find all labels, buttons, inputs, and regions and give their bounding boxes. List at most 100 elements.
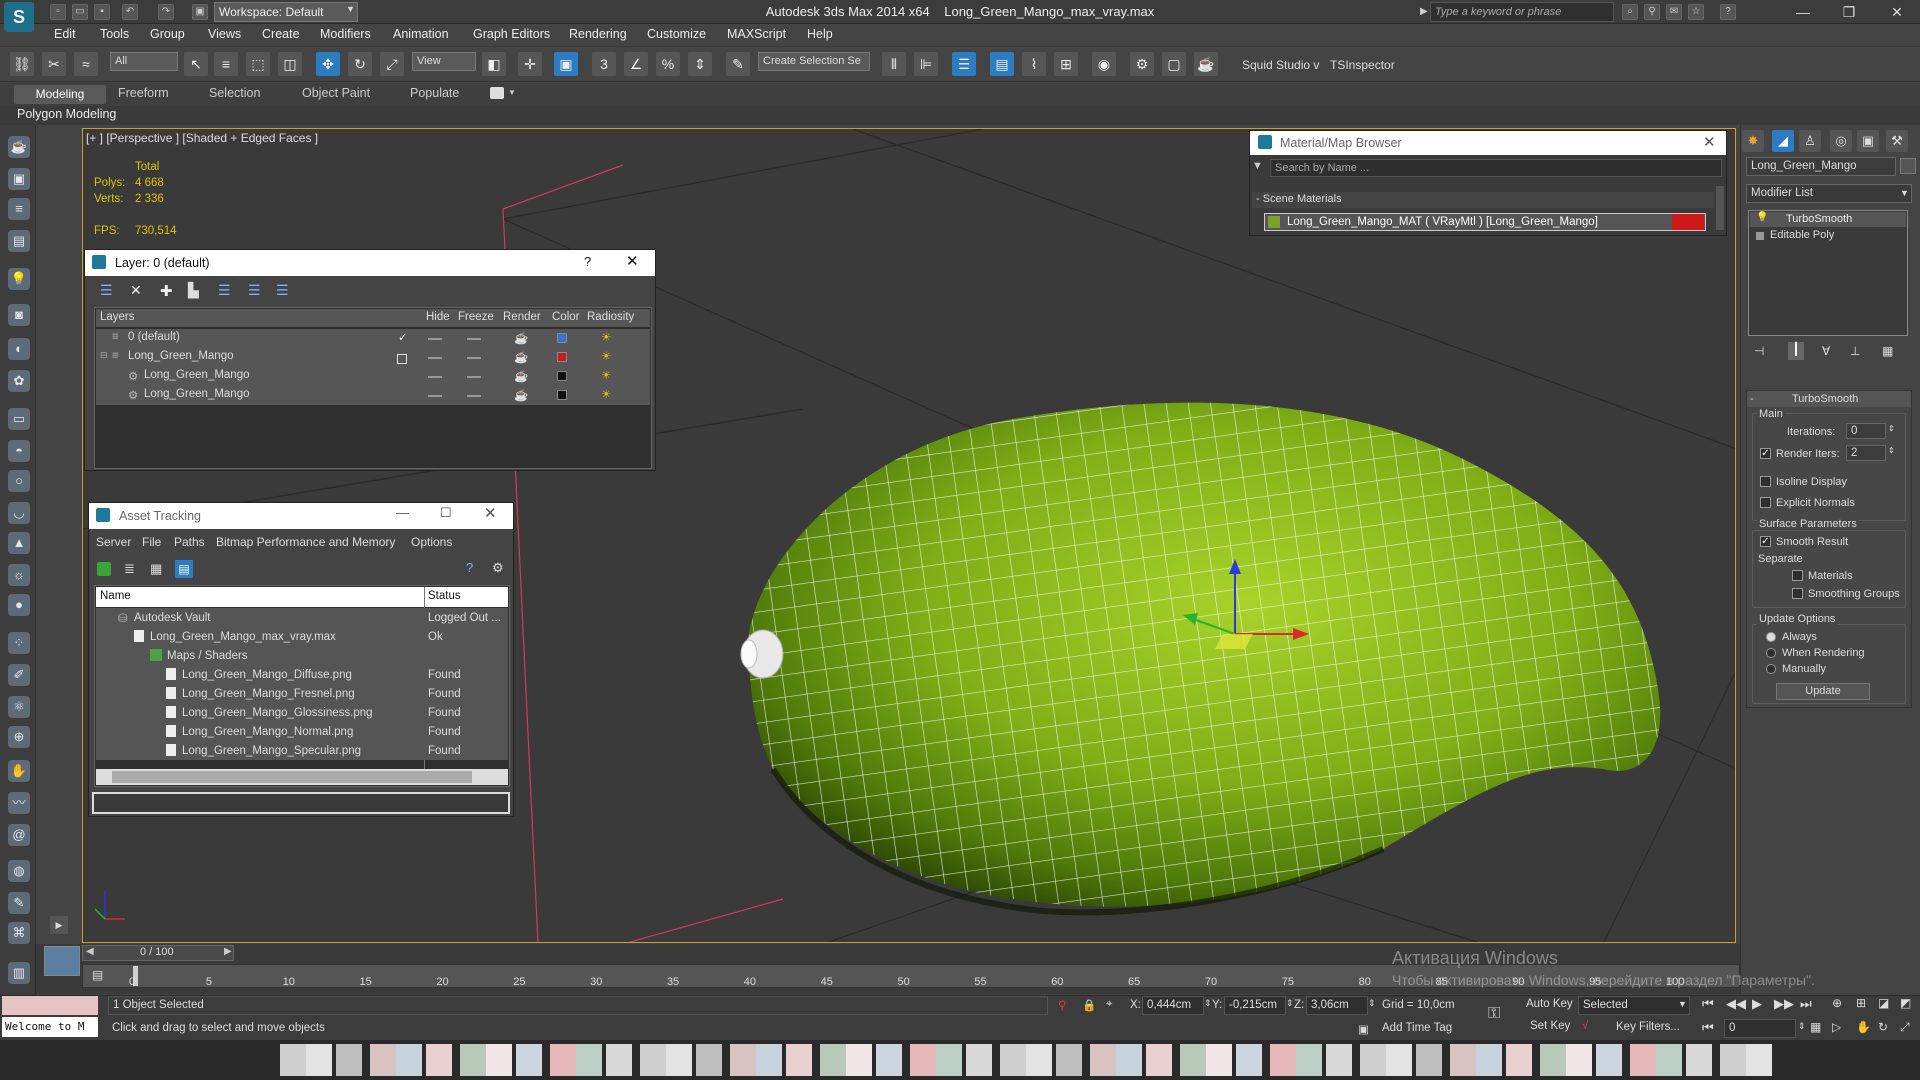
absolute-mode-icon[interactable]: ⌖: [1106, 998, 1112, 1011]
ribbon-tab-selection[interactable]: Selection: [209, 86, 260, 100]
communication-icon[interactable]: ✉: [1666, 4, 1682, 20]
asset-name[interactable]: Long_Green_Mango_Diffuse.png: [182, 669, 352, 681]
menu-maxscript[interactable]: MAXScript: [727, 27, 786, 41]
bind-space-warp-icon[interactable]: ≈: [74, 52, 98, 76]
spinner-arrows-icon[interactable]: ⇕: [1286, 998, 1294, 1009]
search-by-name-input[interactable]: Search by Name ...: [1270, 159, 1722, 177]
polygon-modeling-panel[interactable]: Polygon Modeling: [17, 107, 116, 121]
set-key-button[interactable]: Set Key: [1530, 1020, 1570, 1032]
rollout-collapse-icon[interactable]: -: [1750, 393, 1754, 405]
pan-view-icon[interactable]: ✋: [1856, 1020, 1871, 1034]
layer-manager-icon[interactable]: ☰: [952, 52, 976, 76]
render-teapot-icon[interactable]: ☕: [514, 369, 528, 383]
current-layer-checkbox[interactable]: [397, 354, 407, 364]
zoom-extents-icon[interactable]: ◪: [1878, 996, 1889, 1010]
highlight-layer-icon[interactable]: ☰: [218, 282, 231, 299]
ribbon-tab-populate[interactable]: Populate: [410, 86, 459, 100]
menu-create[interactable]: Create: [262, 27, 300, 41]
window-crossing-icon[interactable]: ◫: [278, 52, 302, 76]
long-green-mango-mesh[interactable]: [740, 402, 1661, 916]
object-name[interactable]: Long_Green_Mango: [144, 388, 250, 400]
keyword-search-input[interactable]: Type a keyword or phrase: [1430, 2, 1614, 22]
scrollbar-thumb[interactable]: [112, 771, 472, 783]
close-icon[interactable]: ✕: [626, 252, 639, 270]
display-tab-icon[interactable]: ▣: [1857, 130, 1879, 152]
modify-tab-icon[interactable]: ◢: [1772, 130, 1794, 152]
menu-help[interactable]: Help: [807, 27, 833, 41]
time-slider-prev-icon[interactable]: ◀: [86, 946, 94, 957]
separate-smoothing-groups-checkbox[interactable]: [1792, 588, 1803, 599]
menu-customize[interactable]: Customize: [647, 27, 706, 41]
update-when-rendering-radio[interactable]: [1766, 648, 1776, 658]
explicit-normals-checkbox[interactable]: [1760, 497, 1771, 508]
scene-materials-group[interactable]: - Scene Materials: [1252, 192, 1714, 208]
render-iters-spinner[interactable]: 2: [1846, 445, 1886, 461]
isoline-display-checkbox[interactable]: [1760, 476, 1771, 487]
list-icon[interactable]: ≡: [8, 198, 30, 220]
angle-snap-icon[interactable]: ∠: [624, 52, 648, 76]
orbit-icon[interactable]: ↻: [1878, 1020, 1888, 1034]
open-file-icon[interactable]: ▭: [72, 4, 88, 20]
pivot-center-icon[interactable]: ◧: [482, 52, 506, 76]
add-to-layer-icon[interactable]: ✚: [160, 282, 173, 300]
minimize-icon[interactable]: —: [396, 505, 409, 520]
column-color[interactable]: Color: [552, 311, 579, 323]
render-teapot-icon[interactable]: ☕: [514, 388, 528, 402]
hemisphere-icon[interactable]: ◡: [8, 502, 30, 524]
mini-curve-editor-icon[interactable]: [44, 946, 80, 976]
column-freeze[interactable]: Freeze: [458, 311, 494, 323]
layer-color-swatch[interactable]: [557, 333, 567, 343]
unlink-icon[interactable]: ✂: [42, 52, 66, 76]
render-setup-icon[interactable]: ⚙: [1130, 52, 1154, 76]
time-configuration-icon[interactable]: ▦: [1810, 1020, 1821, 1034]
asset-path-field[interactable]: [92, 792, 510, 814]
table-view-icon[interactable]: ▤: [175, 560, 193, 578]
shell-icon[interactable]: @: [8, 824, 30, 846]
helper-icon[interactable]: ◐: [8, 338, 30, 360]
binoculars-icon[interactable]: ⌕: [1622, 4, 1638, 20]
rectangular-selection-icon[interactable]: ⬚: [246, 52, 270, 76]
vault-help-icon[interactable]: ?: [466, 560, 473, 575]
zoom-extents-all-icon[interactable]: ◩: [1900, 996, 1911, 1010]
radiosity-sun-icon[interactable]: ☀: [601, 330, 611, 344]
column-render[interactable]: Render: [503, 311, 541, 323]
ribbon-tab-freeform[interactable]: Freeform: [118, 86, 169, 100]
set-key-mode-icon[interactable]: ⚿: [1488, 1005, 1500, 1023]
utilities-tab-icon[interactable]: ⚒: [1886, 130, 1908, 152]
restore-window-icon[interactable]: ❐: [1832, 2, 1866, 22]
time-tag-icon[interactable]: ▣: [1358, 1022, 1369, 1036]
menu-file[interactable]: File: [142, 535, 161, 549]
menu-graph-editors[interactable]: Graph Editors: [473, 27, 550, 41]
mirror-icon[interactable]: ⫴: [882, 52, 906, 76]
curve-editor-icon[interactable]: ⌇: [1022, 52, 1046, 76]
light-bulb-icon[interactable]: 💡: [8, 268, 30, 290]
align-icon[interactable]: ⊫: [914, 52, 938, 76]
close-icon[interactable]: ✕: [1703, 133, 1716, 151]
selection-filter-dropdown[interactable]: All: [110, 52, 178, 71]
utilities-icon[interactable]: ✿: [8, 370, 30, 392]
freeze-toggle[interactable]: [467, 376, 481, 378]
menu-rendering[interactable]: Rendering: [569, 27, 627, 41]
cone-icon[interactable]: ▲: [8, 532, 30, 554]
selection-lock-icon[interactable]: 🔒: [1082, 998, 1096, 1012]
update-manually-radio[interactable]: [1766, 664, 1776, 674]
particles-icon[interactable]: ⁘: [8, 632, 30, 654]
object-name-field[interactable]: Long_Green_Mango: [1746, 157, 1896, 176]
expand-arrow-icon[interactable]: ▶: [50, 916, 68, 934]
close-icon[interactable]: ✕: [484, 504, 497, 522]
network-icon[interactable]: ⚛: [8, 696, 30, 718]
iterations-spinner[interactable]: 0: [1846, 423, 1886, 439]
asset-name[interactable]: Long_Green_Mango_max_vray.max: [150, 631, 336, 643]
time-slider-next-icon[interactable]: ▶: [224, 946, 232, 957]
save-file-icon[interactable]: ▪: [94, 4, 110, 20]
freeze-toggle[interactable]: [467, 395, 481, 397]
list-view-icon[interactable]: ≣: [124, 561, 135, 577]
stack-item-editable-poly[interactable]: Editable Poly: [1770, 229, 1834, 241]
material-editor-icon[interactable]: ◉: [1092, 52, 1116, 76]
key-mode-toggle-icon[interactable]: ⏮: [1702, 1020, 1714, 1036]
redo-icon[interactable]: ↷: [158, 4, 174, 20]
configure-sets-icon[interactable]: ▦: [1882, 344, 1893, 358]
smooth-result-checkbox[interactable]: ✓: [1760, 536, 1771, 547]
layers-icon[interactable]: ▤: [8, 230, 30, 252]
menu-server[interactable]: Server: [96, 535, 131, 549]
